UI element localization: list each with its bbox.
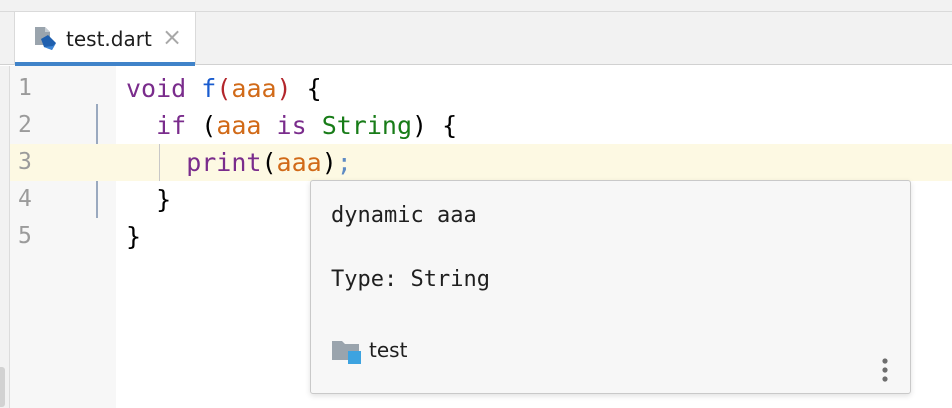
dart-file-icon (32, 25, 60, 53)
code-token: void (126, 74, 202, 103)
code-token: ( (201, 111, 217, 140)
doc-module-label[interactable]: test (369, 338, 407, 362)
close-icon[interactable]: × (161, 25, 183, 49)
code-token: } (126, 222, 142, 251)
code-token: ) { (412, 111, 458, 140)
code-token: ) (321, 148, 337, 177)
code-token: String (321, 111, 413, 140)
code-token: ) (276, 74, 292, 103)
code-token: is (261, 111, 322, 140)
line-number[interactable]: 3 (18, 144, 58, 181)
code-token: aaa (276, 148, 322, 177)
line-number[interactable]: 2 (18, 107, 58, 144)
code-token: ; (336, 148, 352, 177)
tool-window-handle[interactable] (0, 367, 5, 407)
tab-filename: test.dart (66, 27, 152, 51)
code-token: } (126, 185, 172, 214)
code-line[interactable]: void f(aaa) { (126, 70, 322, 107)
quick-documentation-popup: dynamic aaa Type: String test (310, 180, 911, 394)
more-vertical-icon[interactable] (877, 357, 893, 385)
code-token: aaa (216, 111, 262, 140)
line-number[interactable]: 4 (18, 181, 58, 218)
code-token: aaa (231, 74, 277, 103)
doc-signature: dynamic aaa (331, 203, 477, 228)
line-number[interactable]: 5 (18, 218, 58, 255)
code-token: ( (261, 148, 277, 177)
code-line[interactable]: } (126, 218, 141, 255)
editor-tab-bar: test.dart × (0, 12, 952, 66)
line-number[interactable]: 1 (18, 70, 58, 107)
code-token: { (291, 74, 322, 103)
code-line[interactable]: } (126, 181, 171, 218)
code-line[interactable]: print(aaa); (126, 144, 352, 181)
window-top-strip (0, 0, 952, 12)
module-folder-icon (331, 336, 363, 366)
code-token: if (126, 111, 202, 140)
doc-type-line: Type: String (331, 267, 490, 292)
code-token: print (126, 148, 262, 177)
editor-tab[interactable]: test.dart × (14, 12, 196, 66)
code-line[interactable]: if (aaa is String) { (126, 107, 457, 144)
code-token: f (201, 74, 217, 103)
left-tool-strip (0, 66, 10, 408)
code-token: ( (216, 74, 232, 103)
